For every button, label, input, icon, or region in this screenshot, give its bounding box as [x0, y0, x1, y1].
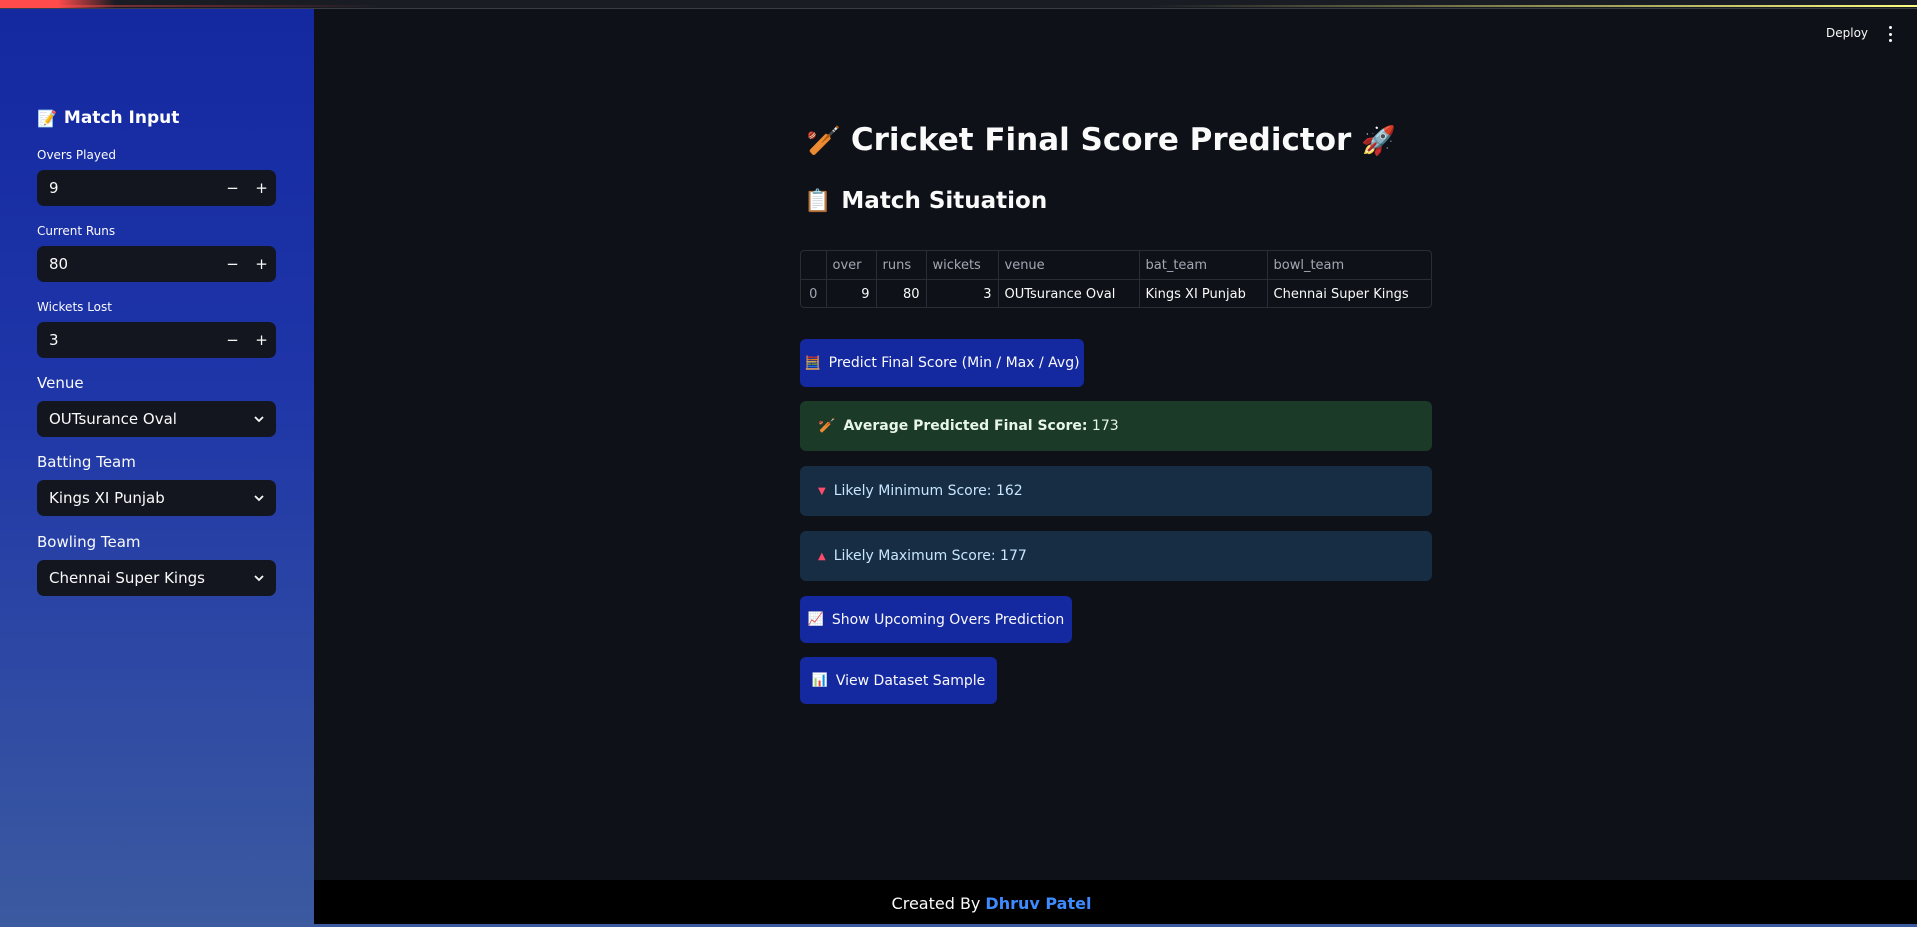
- main-menu-icon[interactable]: [1884, 26, 1896, 42]
- show-upcoming-overs-label: Show Upcoming Overs Prediction: [831, 611, 1065, 628]
- table-header-runs: runs: [876, 251, 927, 280]
- table-header-venue: venue: [998, 251, 1140, 280]
- average-score-alert: 🏏 Average Predicted Final Score: 173: [800, 401, 1432, 451]
- overs-label: Overs Played: [37, 148, 116, 162]
- venue-select[interactable]: OUTsurance Oval: [37, 401, 276, 437]
- deploy-button[interactable]: Deploy: [1826, 26, 1868, 40]
- wickets-increment-button[interactable]: +: [247, 322, 276, 358]
- minimum-score-alert: ▼ Likely Minimum Score: 162: [800, 466, 1432, 516]
- bowling-team-selected-value: Chennai Super Kings: [49, 569, 205, 587]
- view-dataset-sample-button[interactable]: 📊 View Dataset Sample: [800, 657, 997, 704]
- table-header-bat-team: bat_team: [1139, 251, 1268, 280]
- table-header-index: [801, 251, 827, 280]
- overs-number-input[interactable]: 9 − +: [37, 170, 276, 206]
- maximum-score-alert: ▲ Likely Maximum Score: 177: [800, 531, 1432, 581]
- minimum-score-text: Likely Minimum Score: 162: [833, 483, 1023, 499]
- footer-author-link[interactable]: Dhruv Patel: [985, 894, 1091, 913]
- abacus-icon: 🧮: [804, 355, 821, 371]
- table-cell-runs: 80: [876, 279, 927, 307]
- table-row: 0 9 80 3 OUTsurance Oval Kings XI Punjab…: [801, 279, 1431, 307]
- view-dataset-label: View Dataset Sample: [835, 672, 986, 689]
- bowling-team-label: Bowling Team: [37, 533, 141, 551]
- overs-value[interactable]: 9: [37, 179, 218, 197]
- venue-label: Venue: [37, 374, 84, 392]
- bar-chart-icon: 📊: [811, 673, 828, 688]
- clipboard-icon: 📋: [804, 188, 832, 214]
- maximum-score-text: Likely Maximum Score: 177: [833, 548, 1027, 564]
- wickets-number-input[interactable]: 3 − +: [37, 322, 276, 358]
- sidebar-title-text: Match Input: [63, 108, 180, 128]
- chart-increasing-icon: 📈: [807, 612, 824, 627]
- footer-prefix: Created By: [891, 894, 981, 913]
- batting-team-selected-value: Kings XI Punjab: [49, 489, 165, 507]
- show-upcoming-overs-button[interactable]: 📈 Show Upcoming Overs Prediction: [800, 596, 1072, 643]
- table-header-row: over runs wickets venue bat_team bowl_te…: [801, 251, 1431, 280]
- cricket-bat-icon: 🏏: [818, 418, 836, 434]
- section-title-text: Match Situation: [841, 188, 1048, 214]
- triangle-up-icon: ▲: [818, 550, 826, 562]
- top-decoration-bar: [0, 0, 1917, 9]
- venue-selected-value: OUTsurance Oval: [49, 410, 177, 428]
- runs-value[interactable]: 80: [37, 255, 218, 273]
- match-situation-table[interactable]: over runs wickets venue bat_team bowl_te…: [800, 250, 1432, 308]
- wickets-label: Wickets Lost: [37, 300, 112, 314]
- sidebar: 📝 Match Input Overs Played 9 − + Current…: [0, 8, 314, 927]
- page-title-text: Cricket Final Score Predictor: [850, 122, 1352, 158]
- runs-number-input[interactable]: 80 − +: [37, 246, 276, 282]
- batting-team-select[interactable]: Kings XI Punjab: [37, 480, 276, 516]
- rocket-icon: 🚀: [1361, 123, 1397, 157]
- average-score-label: Average Predicted Final Score:: [843, 418, 1088, 434]
- table-cell-bowl-team: Chennai Super Kings: [1273, 286, 1409, 302]
- table-cell-over: 9: [826, 279, 877, 307]
- overs-increment-button[interactable]: +: [247, 170, 276, 206]
- chevron-down-icon: [254, 575, 264, 582]
- footer: Created By Dhruv Patel: [314, 880, 1917, 927]
- runs-decrement-button[interactable]: −: [218, 246, 247, 282]
- bowling-team-select[interactable]: Chennai Super Kings: [37, 560, 276, 596]
- wickets-value[interactable]: 3: [37, 331, 218, 349]
- table-cell-bat-team: Kings XI Punjab: [1139, 279, 1268, 307]
- triangle-down-icon: ▼: [818, 485, 826, 497]
- sidebar-title: 📝 Match Input: [37, 108, 179, 128]
- section-title-match-situation: 📋 Match Situation: [804, 188, 1047, 214]
- wickets-decrement-button[interactable]: −: [218, 322, 247, 358]
- batting-team-label: Batting Team: [37, 453, 136, 471]
- table-cell-venue: OUTsurance Oval: [998, 279, 1140, 307]
- runs-increment-button[interactable]: +: [247, 246, 276, 282]
- table-cell-wickets: 3: [926, 279, 999, 307]
- runs-label: Current Runs: [37, 224, 116, 238]
- table-header-over: over: [826, 251, 877, 280]
- predict-final-score-button[interactable]: 🧮 Predict Final Score (Min / Max / Avg): [800, 339, 1084, 387]
- chevron-down-icon: [254, 416, 264, 423]
- table-header-wickets: wickets: [926, 251, 999, 280]
- cricket-bat-icon: 🏏: [806, 123, 841, 157]
- overs-decrement-button[interactable]: −: [218, 170, 247, 206]
- table-header-bowl-team: bowl_team: [1267, 251, 1431, 280]
- chevron-down-icon: [254, 495, 264, 502]
- memo-icon: 📝: [37, 108, 57, 128]
- predict-button-label: Predict Final Score (Min / Max / Avg): [828, 355, 1080, 371]
- table-cell-index: 0: [801, 279, 827, 307]
- average-score-value: 173: [1091, 418, 1119, 434]
- page-title: 🏏 Cricket Final Score Predictor 🚀: [806, 122, 1396, 158]
